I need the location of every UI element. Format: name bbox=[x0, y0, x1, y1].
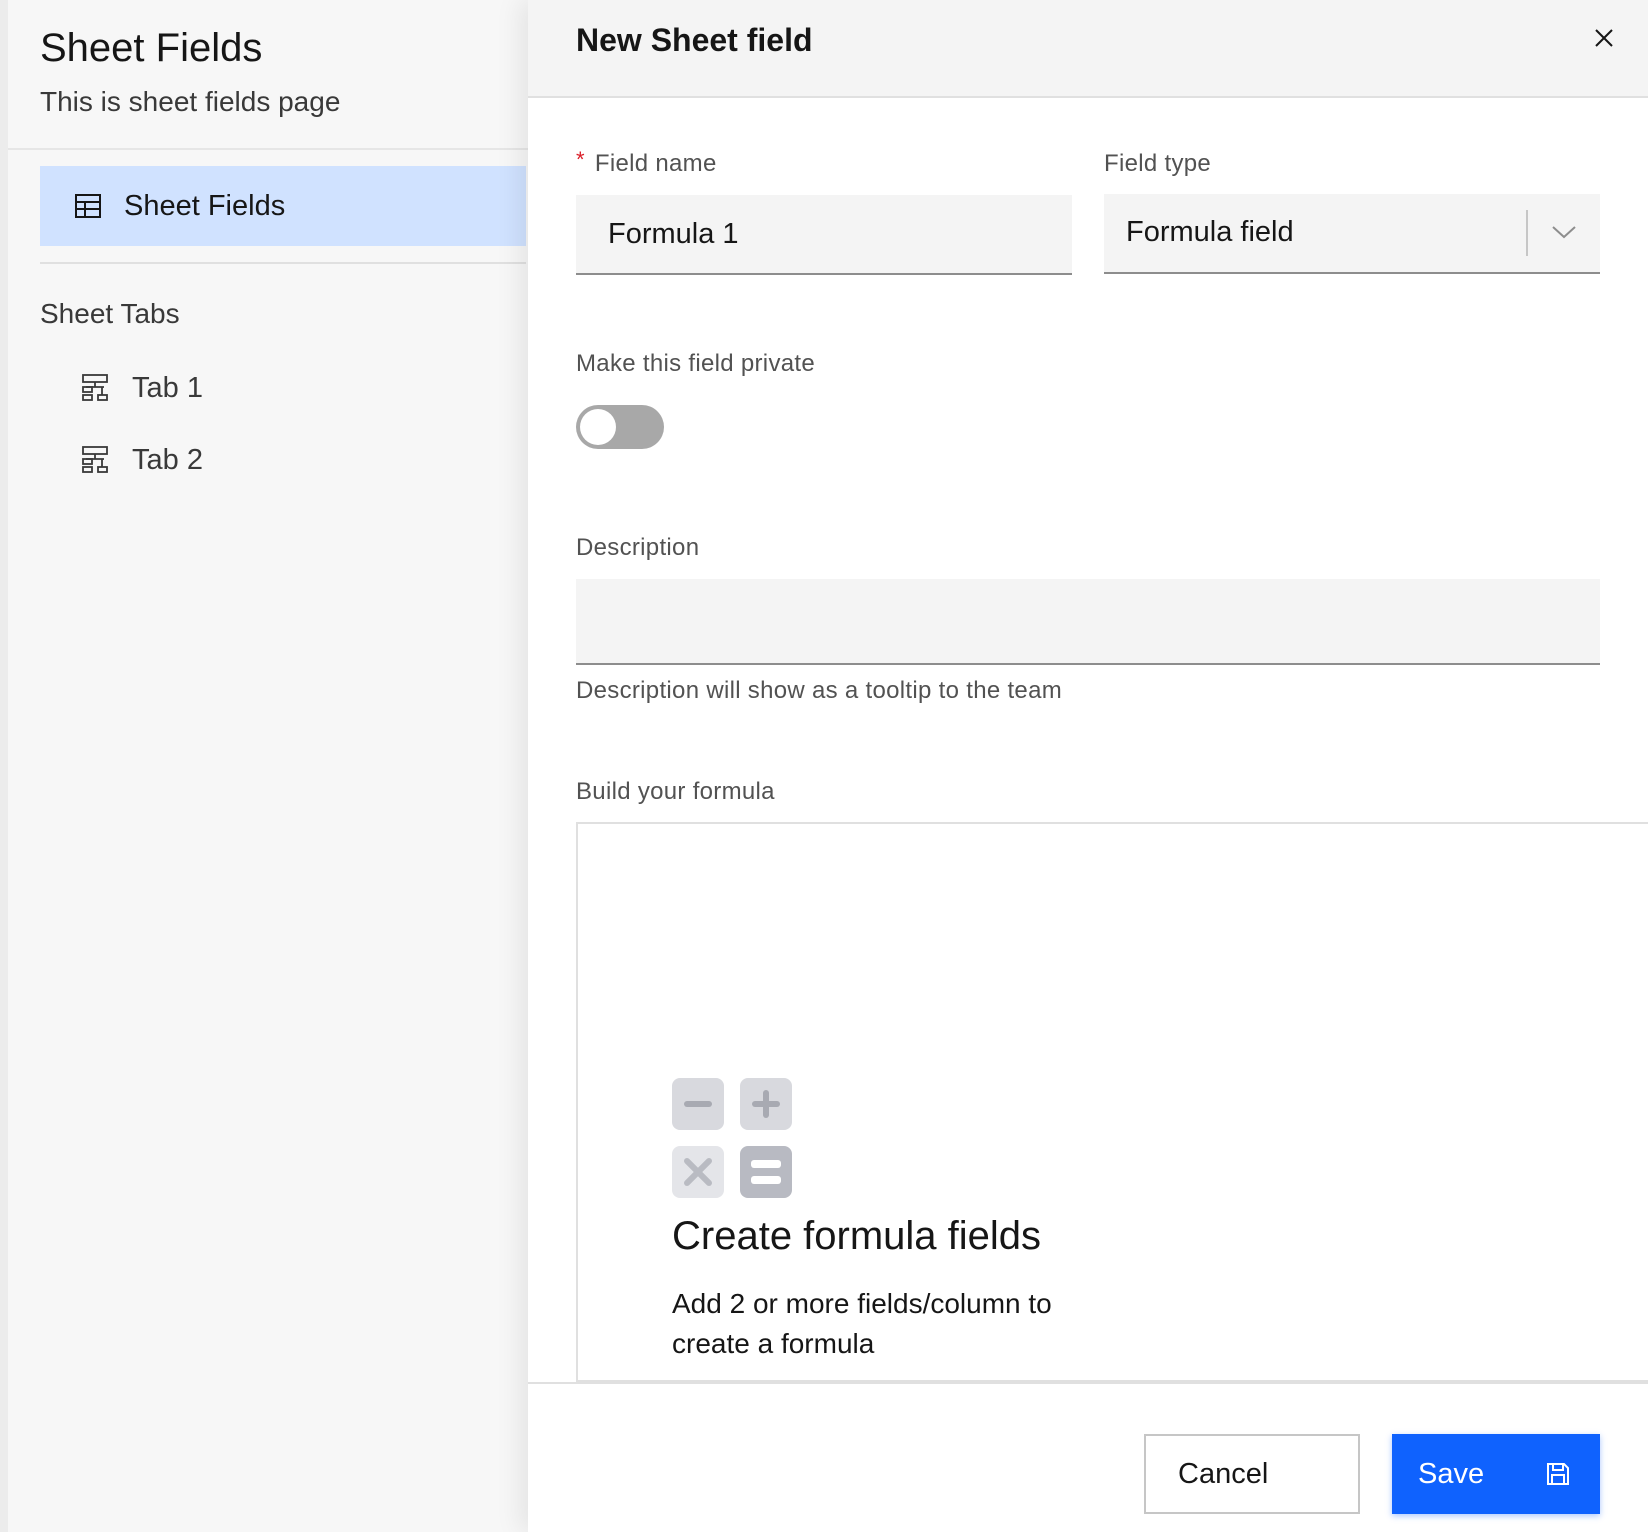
panel-header: New Sheet field bbox=[528, 0, 1648, 98]
empty-state-body: Add 2 or more fields/column to create a … bbox=[672, 1288, 1052, 1359]
new-sheet-field-panel: New Sheet field * Field name Field type F… bbox=[528, 0, 1648, 1532]
required-mark: * bbox=[576, 147, 585, 172]
sidebar-divider bbox=[8, 148, 528, 150]
save-button-label: Save bbox=[1418, 1457, 1485, 1490]
sidebar-item-tab-1[interactable]: Tab 1 bbox=[80, 364, 203, 412]
field-type-label: Field type bbox=[1104, 150, 1212, 177]
field-type-select[interactable]: Formula field bbox=[1104, 194, 1600, 274]
field-name-input[interactable] bbox=[576, 195, 1072, 275]
sidebar-item-sheet-fields[interactable]: Sheet Fields bbox=[40, 166, 526, 246]
sidebar-header: Sheet Fields This is sheet fields page bbox=[40, 22, 340, 120]
tree-view-icon bbox=[82, 374, 108, 401]
sidebar: Sheet Fields This is sheet fields page S… bbox=[0, 0, 528, 1532]
sidebar-item-label: Tab 1 bbox=[132, 371, 203, 404]
select-separator bbox=[1526, 210, 1528, 256]
nav-divider bbox=[40, 262, 526, 264]
sidebar-item-label: Tab 2 bbox=[132, 443, 203, 476]
sidebar-subtitle: This is sheet fields page bbox=[40, 86, 341, 117]
description-input[interactable] bbox=[576, 579, 1600, 665]
toggle-knob bbox=[580, 409, 616, 445]
sidebar-item-label: Sheet Fields bbox=[124, 189, 286, 222]
private-toggle[interactable] bbox=[576, 405, 664, 449]
panel-title: New Sheet field bbox=[576, 22, 813, 58]
sidebar-title: Sheet Fields bbox=[40, 26, 263, 70]
save-button[interactable]: Save bbox=[1392, 1434, 1600, 1514]
section-heading-sheet-tabs: Sheet Tabs bbox=[40, 298, 180, 329]
chevron-down-icon bbox=[1552, 226, 1576, 239]
empty-state-title: Create formula fields bbox=[672, 1214, 1042, 1258]
field-name-label: * Field name bbox=[576, 147, 717, 178]
panel-footer: Cancel Save bbox=[528, 1382, 1648, 1532]
private-toggle-label: Make this field private bbox=[576, 350, 816, 377]
calculator-icon bbox=[672, 1078, 792, 1198]
table-icon bbox=[75, 194, 101, 218]
save-icon bbox=[1547, 1463, 1569, 1485]
description-helper-text: Description will show as a tooltip to th… bbox=[576, 677, 1063, 704]
formula-builder[interactable]: Create formula fields Add 2 or more fiel… bbox=[576, 822, 1648, 1382]
formula-label: Build your formula bbox=[576, 778, 775, 805]
field-type-value: Formula field bbox=[1126, 216, 1294, 248]
app-root: Sheet Fields This is sheet fields page S… bbox=[0, 0, 1648, 1532]
description-label: Description bbox=[576, 534, 700, 561]
cancel-button[interactable]: Cancel bbox=[1144, 1434, 1360, 1514]
close-icon[interactable] bbox=[1590, 24, 1618, 52]
field-name-label-text: Field name bbox=[594, 150, 717, 177]
tree-view-icon bbox=[82, 446, 108, 473]
sidebar-item-tab-2[interactable]: Tab 2 bbox=[80, 436, 203, 484]
